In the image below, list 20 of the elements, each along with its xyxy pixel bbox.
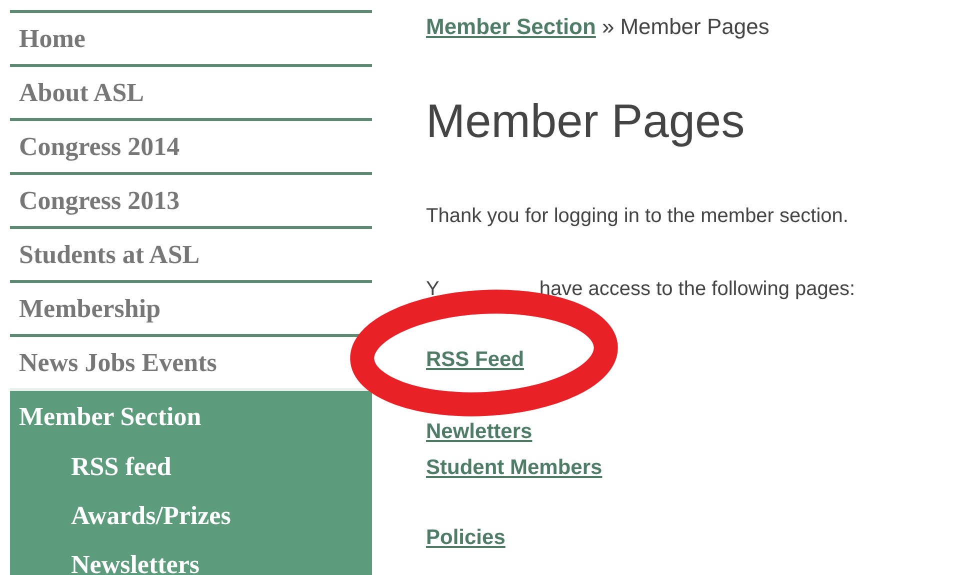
page-link[interactable]: Newletters xyxy=(426,419,532,446)
sidebar-item[interactable]: Membership xyxy=(10,280,372,334)
sidebar-subitem[interactable]: Awards/Prizes xyxy=(10,491,372,540)
page-title: Member Pages xyxy=(426,93,746,149)
sidebar-item[interactable]: Congress 2014 xyxy=(10,118,372,172)
sidebar-item[interactable]: About ASL xyxy=(10,64,372,118)
page-link[interactable]: RSS Feed xyxy=(426,347,524,374)
breadcrumb-current: Member Pages xyxy=(620,14,770,40)
intro-text: Thank you for logging in to the member section. xyxy=(426,205,850,228)
sidebar-item[interactable]: Students at ASL xyxy=(10,226,372,280)
sidebar-item[interactable]: Congress 2013 xyxy=(10,172,372,226)
access-text-fragment: Y xyxy=(426,279,440,300)
sidebar-item[interactable]: Home xyxy=(10,10,372,64)
sidebar-subitem[interactable]: RSS feed xyxy=(10,442,372,491)
access-text: have access to the following pages: xyxy=(539,279,856,300)
page-link[interactable]: Student Members xyxy=(426,455,602,482)
breadcrumb-link[interactable]: Member Section xyxy=(426,14,596,40)
sidebar-subitem[interactable]: Newsletters xyxy=(10,540,372,575)
page-link[interactable]: Policies xyxy=(426,525,506,552)
breadcrumb-separator: » xyxy=(602,14,614,40)
